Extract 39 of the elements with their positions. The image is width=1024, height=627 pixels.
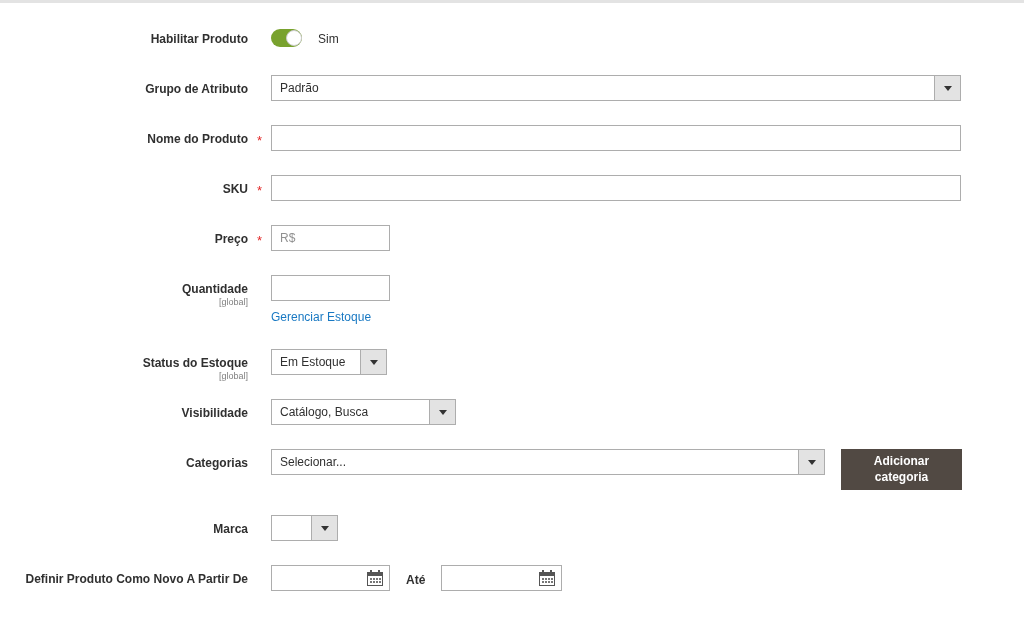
caret-icon <box>320 525 329 531</box>
dropdown[interactable]: Selecionar... <box>271 449 825 475</box>
calendar-icon[interactable] <box>538 569 557 587</box>
caret-icon <box>438 409 447 415</box>
input-field[interactable]: R$ <box>271 225 390 251</box>
date-field[interactable] <box>271 565 390 591</box>
field-label: Categorias <box>185 455 248 472</box>
input-field[interactable] <box>271 175 961 201</box>
input-field[interactable] <box>271 275 390 301</box>
date-field[interactable] <box>441 565 563 591</box>
field-label: Status do Estoque <box>142 355 248 372</box>
toggle-switch[interactable] <box>271 29 302 47</box>
field-label: Habilitar Produto <box>150 31 248 48</box>
field-label: Definir Produto Como Novo A Partir De <box>25 571 248 588</box>
field-label: Marca <box>213 521 248 538</box>
field-label: Preço <box>214 231 248 248</box>
calendar-icon[interactable] <box>366 569 384 587</box>
dropdown[interactable]: Catálogo, Busca <box>271 399 456 425</box>
required-mark: * <box>256 233 263 248</box>
caret-icon <box>943 85 952 91</box>
add-category-button[interactable]: Adicionar categoria <box>841 449 962 490</box>
scope-label: [global] <box>218 372 248 381</box>
caret-icon <box>807 459 816 465</box>
required-mark: * <box>256 133 263 148</box>
toggle-label: Sim <box>318 31 339 48</box>
scope-label: [global] <box>218 298 248 307</box>
dropdown[interactable]: Padrão <box>271 75 961 101</box>
field-label: Quantidade <box>182 281 248 298</box>
dropdown[interactable]: Em Estoque <box>271 349 387 375</box>
field-label: Nome do Produto <box>147 131 248 148</box>
input-field[interactable] <box>271 125 961 151</box>
field-label: Grupo de Atributo <box>145 81 248 98</box>
caret-icon <box>369 359 378 365</box>
field-label: SKU <box>222 181 248 198</box>
required-mark: * <box>256 183 263 198</box>
manage-stock-link[interactable]: Gerenciar Estoque <box>271 308 372 326</box>
to-label: Até <box>406 572 426 589</box>
field-label: Visibilidade <box>181 405 248 422</box>
dropdown[interactable] <box>271 515 338 541</box>
